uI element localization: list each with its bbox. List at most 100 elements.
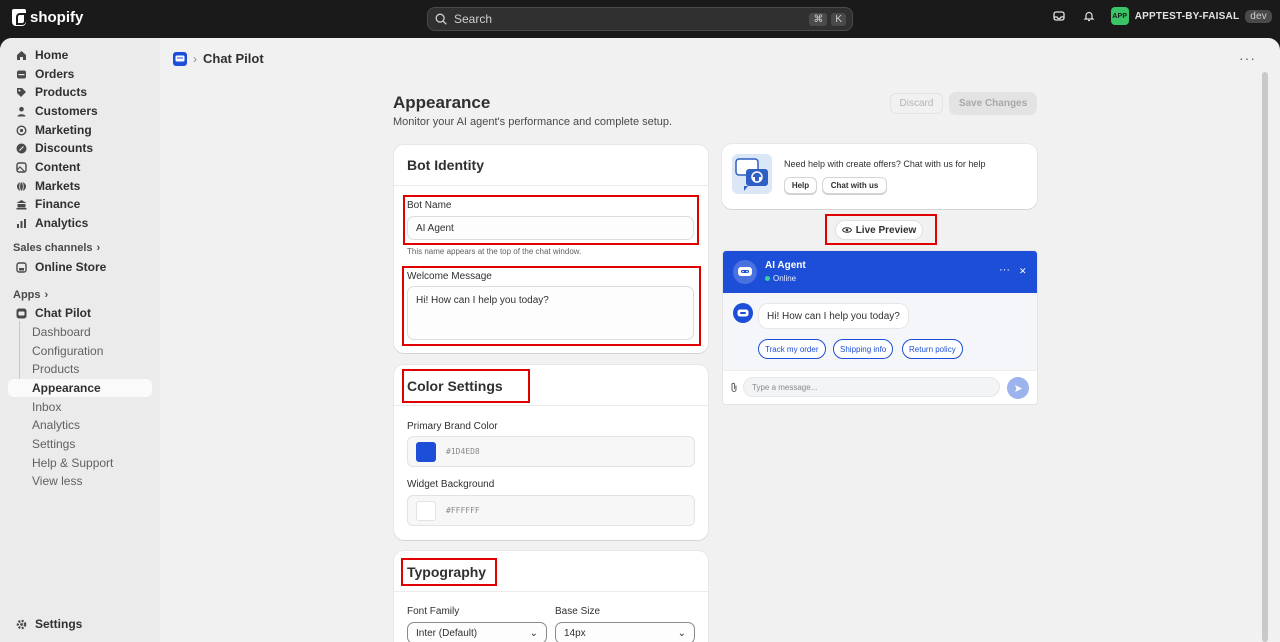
main-content: › Chat Pilot ··· Appearance Monitor your… xyxy=(160,38,1270,642)
sidebar: Home Orders Products Customers Marketing… xyxy=(0,38,160,642)
sidebar-item-products[interactable]: Products xyxy=(8,83,152,101)
breadcrumb: › Chat Pilot xyxy=(173,51,264,66)
primary-color-label: Primary Brand Color xyxy=(407,421,498,432)
breadcrumb-separator: › xyxy=(193,51,197,66)
bot-message-bubble: Hi! How can I help you today? xyxy=(758,303,909,329)
sidebar-subitem-view-less[interactable]: View less xyxy=(8,472,152,490)
bot-name-label: Bot Name xyxy=(407,200,452,211)
widget-background-swatch[interactable] xyxy=(416,500,436,521)
store-name: APPTEST-BY-FAISAL xyxy=(1134,10,1240,22)
sidebar-item-label: Content xyxy=(35,160,81,174)
quick-reply-shipping-info[interactable]: Shipping info xyxy=(833,339,894,359)
divider xyxy=(394,591,708,592)
sidebar-item-online-store[interactable]: Online Store xyxy=(8,258,152,276)
help-button[interactable]: Help xyxy=(784,177,817,194)
bot-identity-card: Bot Identity Bot Name AI Agent This name… xyxy=(394,145,708,353)
online-dot-icon xyxy=(765,276,770,281)
close-icon[interactable]: ✕ xyxy=(1019,266,1027,277)
sidebar-item-label: Home xyxy=(35,48,69,62)
sidebar-item-analytics[interactable]: Analytics xyxy=(8,214,152,232)
search-input[interactable]: Search ⌘ K xyxy=(427,7,853,31)
sidebar-subitem-appearance[interactable]: Appearance xyxy=(8,379,152,397)
sidebar-item-home[interactable]: Home xyxy=(8,46,152,64)
sidebar-subitem-products[interactable]: Products xyxy=(8,360,152,378)
page-subtitle: Monitor your AI agent's performance and … xyxy=(393,116,673,128)
sidebar-item-customers[interactable]: Customers xyxy=(8,102,152,120)
sidebar-subitem-help-support[interactable]: Help & Support xyxy=(8,454,152,472)
sidebar-item-marketing[interactable]: Marketing xyxy=(8,121,152,139)
chat-body: Hi! How can I help you today? Track my o… xyxy=(723,293,1037,404)
save-changes-button[interactable]: Save Changes xyxy=(949,92,1037,115)
apps-heading[interactable]: Apps › xyxy=(13,289,48,301)
scrollbar-thumb[interactable] xyxy=(1262,72,1268,642)
sidebar-item-finance[interactable]: Finance xyxy=(8,195,152,213)
welcome-message-textarea[interactable]: Hi! How can I help you today? xyxy=(407,286,694,340)
welcome-message-label: Welcome Message xyxy=(407,271,492,282)
font-family-select[interactable]: Inter (Default) ⌄ xyxy=(407,622,547,642)
sidebar-subitem-settings[interactable]: Settings xyxy=(8,435,152,453)
bell-icon[interactable] xyxy=(1081,8,1097,24)
sidebar-item-content[interactable]: Content xyxy=(8,158,152,176)
sidebar-item-orders[interactable]: Orders xyxy=(8,65,152,83)
typography-card: Typography Font Family Inter (Default) ⌄… xyxy=(394,551,708,642)
live-preview-button[interactable]: Live Preview xyxy=(835,220,923,240)
store-menu[interactable]: APP APPTEST-BY-FAISAL dev xyxy=(1110,7,1272,25)
sidebar-subitem-dashboard[interactable]: Dashboard xyxy=(8,323,152,341)
sidebar-item-label: Finance xyxy=(35,197,81,211)
tag-icon xyxy=(16,87,27,98)
sidebar-item-discounts[interactable]: Discounts xyxy=(8,139,152,157)
sidebar-item-label: Marketing xyxy=(35,123,92,137)
sidebar-subitem-inbox[interactable]: Inbox xyxy=(8,398,152,416)
globe-icon xyxy=(16,181,27,192)
font-family-label: Font Family xyxy=(407,606,460,617)
bot-name-input[interactable]: AI Agent xyxy=(407,216,694,240)
chat-header: AI Agent Online ··· ✕ xyxy=(723,251,1037,293)
chat-with-us-button[interactable]: Chat with us xyxy=(822,177,887,194)
bot-avatar-icon xyxy=(733,260,757,284)
chat-input-row: Type a message... xyxy=(723,370,1037,404)
sidebar-item-label: Customers xyxy=(35,104,98,118)
store-avatar: APP xyxy=(1110,7,1129,25)
app-icon xyxy=(16,308,27,319)
shopify-logo[interactable]: shopify xyxy=(12,9,83,26)
color-settings-card: Color Settings Primary Brand Color #1D4E… xyxy=(394,365,708,540)
top-bar: shopify Search ⌘ K APP APPTEST-BY-FAISAL… xyxy=(0,0,1280,38)
sidebar-subitem-analytics[interactable]: Analytics xyxy=(8,416,152,434)
sidebar-item-settings[interactable]: Settings xyxy=(8,615,152,633)
discard-button[interactable]: Discard xyxy=(890,93,943,114)
chat-status: Online xyxy=(765,274,796,283)
gear-icon xyxy=(16,619,27,630)
storefront-icon xyxy=(16,261,27,273)
quick-reply-track-order[interactable]: Track my order xyxy=(758,339,826,359)
widget-background-value[interactable]: #FFFFFF xyxy=(446,506,480,515)
chevron-down-icon: ⌄ xyxy=(677,627,686,639)
chevron-right-icon: › xyxy=(96,242,101,254)
live-preview-label: Live Preview xyxy=(855,224,917,236)
apps-label: Apps xyxy=(13,289,41,301)
primary-color-swatch[interactable] xyxy=(416,441,436,462)
widget-background-field[interactable]: #FFFFFF xyxy=(407,495,695,526)
bot-message-avatar-icon xyxy=(733,303,753,323)
scrollbar[interactable] xyxy=(1260,38,1270,642)
dev-badge: dev xyxy=(1245,9,1272,23)
chat-pilot-app-icon[interactable] xyxy=(173,51,187,66)
divider xyxy=(394,405,708,406)
sales-channels-heading[interactable]: Sales channels › xyxy=(13,242,100,254)
chat-message-input[interactable]: Type a message... xyxy=(743,377,1000,397)
typography-heading: Typography xyxy=(407,564,487,580)
sidebar-item-markets[interactable]: Markets xyxy=(8,177,152,195)
sidebar-subitem-configuration[interactable]: Configuration xyxy=(8,342,152,360)
send-icon[interactable] xyxy=(1007,377,1029,399)
chat-menu-icon[interactable]: ··· xyxy=(999,264,1010,276)
primary-color-field[interactable]: #1D4ED8 xyxy=(407,436,695,467)
inbox-icon[interactable] xyxy=(1051,8,1067,24)
paperclip-icon[interactable] xyxy=(730,381,738,396)
quick-reply-return-policy[interactable]: Return policy xyxy=(902,339,963,359)
primary-color-value[interactable]: #1D4ED8 xyxy=(446,447,480,456)
sidebar-item-chat-pilot[interactable]: Chat Pilot xyxy=(8,304,152,322)
sidebar-item-label: Markets xyxy=(35,179,81,193)
chat-preview-widget: AI Agent Online ··· ✕ Hi! How can I help… xyxy=(723,251,1037,404)
more-actions-icon[interactable]: ··· xyxy=(1239,50,1256,66)
base-size-select[interactable]: 14px ⌄ xyxy=(555,622,695,642)
page-app-title: Chat Pilot xyxy=(203,51,264,66)
